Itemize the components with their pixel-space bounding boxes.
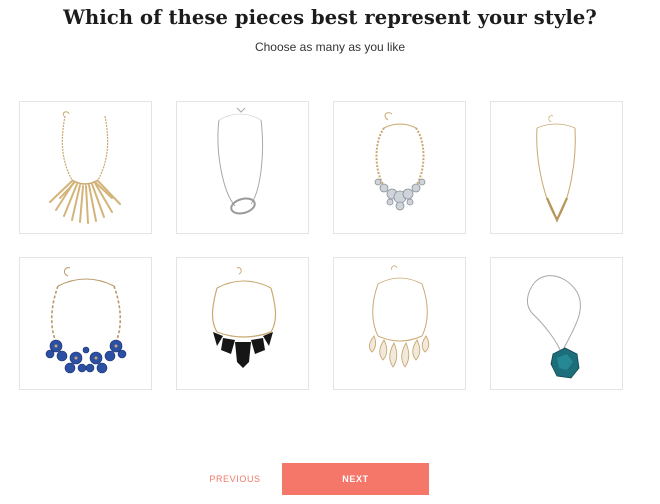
page-subtitle: Choose as many as you like [254, 40, 406, 54]
gold-spike-necklace-image [49, 111, 121, 224]
silver-circle-necklace-image [217, 107, 263, 215]
page-title: Which of these pieces best represent you… [63, 6, 597, 29]
previous-button[interactable]: PREVIOUS [198, 463, 272, 495]
teal-pendant-necklace-image [527, 275, 581, 379]
option-crystal-cluster-necklace[interactable] [333, 101, 466, 234]
option-silver-circle-necklace[interactable] [176, 101, 309, 234]
option-gold-spike-necklace[interactable] [19, 101, 152, 234]
option-black-geometric-necklace[interactable] [176, 257, 309, 390]
option-gold-v-necklace[interactable] [490, 101, 623, 234]
blue-floral-necklace-image [45, 267, 127, 374]
black-geometric-necklace-image [211, 267, 277, 368]
next-button[interactable]: NEXT [282, 463, 429, 495]
style-options-grid [19, 101, 623, 390]
gold-v-necklace-image [536, 115, 576, 223]
pearl-leaf-necklace-image [369, 265, 430, 368]
option-blue-floral-necklace[interactable] [19, 257, 152, 390]
crystal-cluster-necklace-image [374, 112, 426, 211]
option-teal-pendant-necklace[interactable] [490, 257, 623, 390]
option-pearl-leaf-necklace[interactable] [333, 257, 466, 390]
